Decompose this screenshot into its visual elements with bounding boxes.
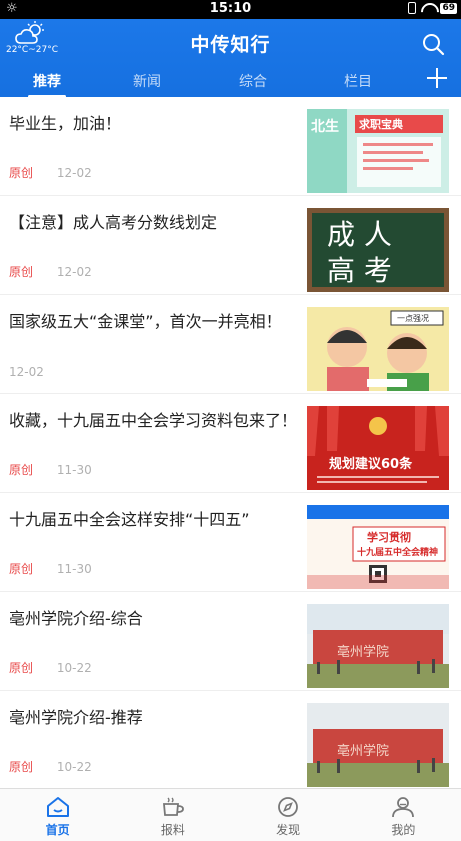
news-date: 10-22 [56,661,92,675]
nav-report[interactable]: 报料 [115,789,230,841]
news-item[interactable]: 十九届五中全会这样安排“十四五” 原创 11-30 学习贯彻 十九届五中全会精神 [0,493,461,592]
svg-text:北生: 北生 [311,118,339,135]
news-date: 12-02 [56,166,92,180]
news-item[interactable]: 毕业生，加油！ 原创 12-02 北生 求职宝典 [0,97,461,196]
bottom-nav: 首页 报料 发现 我的 [0,788,461,841]
svg-text:求职宝典: 求职宝典 [359,117,403,131]
news-thumbnail: 北生 求职宝典 [307,109,449,193]
add-tab-icon[interactable] [425,66,449,90]
status-bar: ☼ 15:10 69 [0,0,461,19]
app-header: 22°C~27°C 中传知行 推荐 新闻 综合 栏目 [0,19,461,97]
news-title: 十九届五中全会这样安排“十四五” [9,510,250,529]
nav-home[interactable]: 首页 [0,789,115,841]
nav-home-label: 首页 [45,823,70,837]
news-thumbnail: 亳州学院 [307,604,449,688]
news-item[interactable]: 收藏，十九届五中全会学习资料包来了！ 原创 11-30 规划建议60条 [0,394,461,493]
news-date: 10-22 [56,760,92,774]
svg-text:学习贯彻: 学习贯彻 [367,530,411,544]
news-tag: 原创 [9,166,34,180]
news-feed: 毕业生，加油！ 原创 12-02 北生 求职宝典 【注意】成人高考分数线划定 原 [0,97,461,788]
nav-mine[interactable]: 我的 [346,789,461,841]
nav-mine-label: 我的 [391,823,416,837]
status-time: 15:10 [209,1,252,16]
news-date: 11-30 [56,463,92,477]
news-title: 亳州学院介绍-综合 [9,609,143,628]
news-item[interactable]: 国家级五大“金课堂”，首次一并亮相！ 12-02 一点强况 [0,295,461,394]
news-item[interactable]: 【注意】成人高考分数线划定 原创 12-02 成 人 高 考 [0,196,461,295]
svg-text:亳州学院: 亳州学院 [337,644,389,660]
tab-news[interactable]: 新闻 [133,71,161,91]
news-date: 11-30 [56,562,92,576]
nav-discover[interactable]: 发现 [231,789,346,841]
news-thumbnail: 亳州学院 [307,703,449,787]
battery-icon: 69 [440,2,457,14]
svg-text:亳州学院: 亳州学院 [337,743,389,759]
news-date: 12-02 [9,365,44,379]
news-thumbnail: 一点强况 [307,307,449,391]
news-thumbnail: 规划建议60条 [307,406,449,490]
news-date: 12-02 [56,265,92,279]
svg-text:高 考: 高 考 [327,254,392,287]
svg-text:成 人: 成 人 [327,218,392,251]
news-item[interactable]: 亳州学院介绍-推荐 原创 10-22 亳州学院 [0,691,461,788]
vibrate-icon [408,2,417,14]
search-icon[interactable] [421,32,445,56]
news-tag: 原创 [9,661,34,675]
news-tag: 原创 [9,760,34,774]
news-tag: 原创 [9,265,34,279]
news-title: 【注意】成人高考分数线划定 [9,213,218,232]
category-tabs: 推荐 新闻 综合 栏目 [0,65,461,97]
news-title: 收藏，十九届五中全会学习资料包来了！ [9,411,298,430]
news-title: 毕业生，加油！ [9,114,122,133]
person-icon [392,797,415,818]
svg-text:一点强况: 一点强况 [397,314,429,323]
home-icon [46,797,69,817]
app-title: 中传知行 [190,34,271,56]
wifi-icon [421,3,435,13]
compass-icon [278,797,299,817]
tab-recommend[interactable]: 推荐 [28,71,66,98]
news-thumbnail: 学习贯彻 十九届五中全会精神 [307,505,449,589]
news-tag: 原创 [9,463,34,477]
news-thumbnail: 成 人 高 考 [307,208,449,292]
nav-report-label: 报料 [160,823,185,837]
svg-text:十九届五中全会精神: 十九届五中全会精神 [357,546,438,558]
news-title: 国家级五大“金课堂”，首次一并亮相！ [9,312,282,331]
news-title: 亳州学院介绍-推荐 [9,708,143,727]
news-item[interactable]: 亳州学院介绍-综合 原创 10-22 亳州学院 [0,592,461,691]
news-tag: 原创 [9,562,34,576]
tab-general[interactable]: 综合 [239,71,267,91]
svg-text:规划建议60条: 规划建议60条 [329,456,413,472]
coffee-icon [162,797,184,816]
tab-columns[interactable]: 栏目 [344,71,372,91]
nav-discover-label: 发现 [276,823,301,837]
